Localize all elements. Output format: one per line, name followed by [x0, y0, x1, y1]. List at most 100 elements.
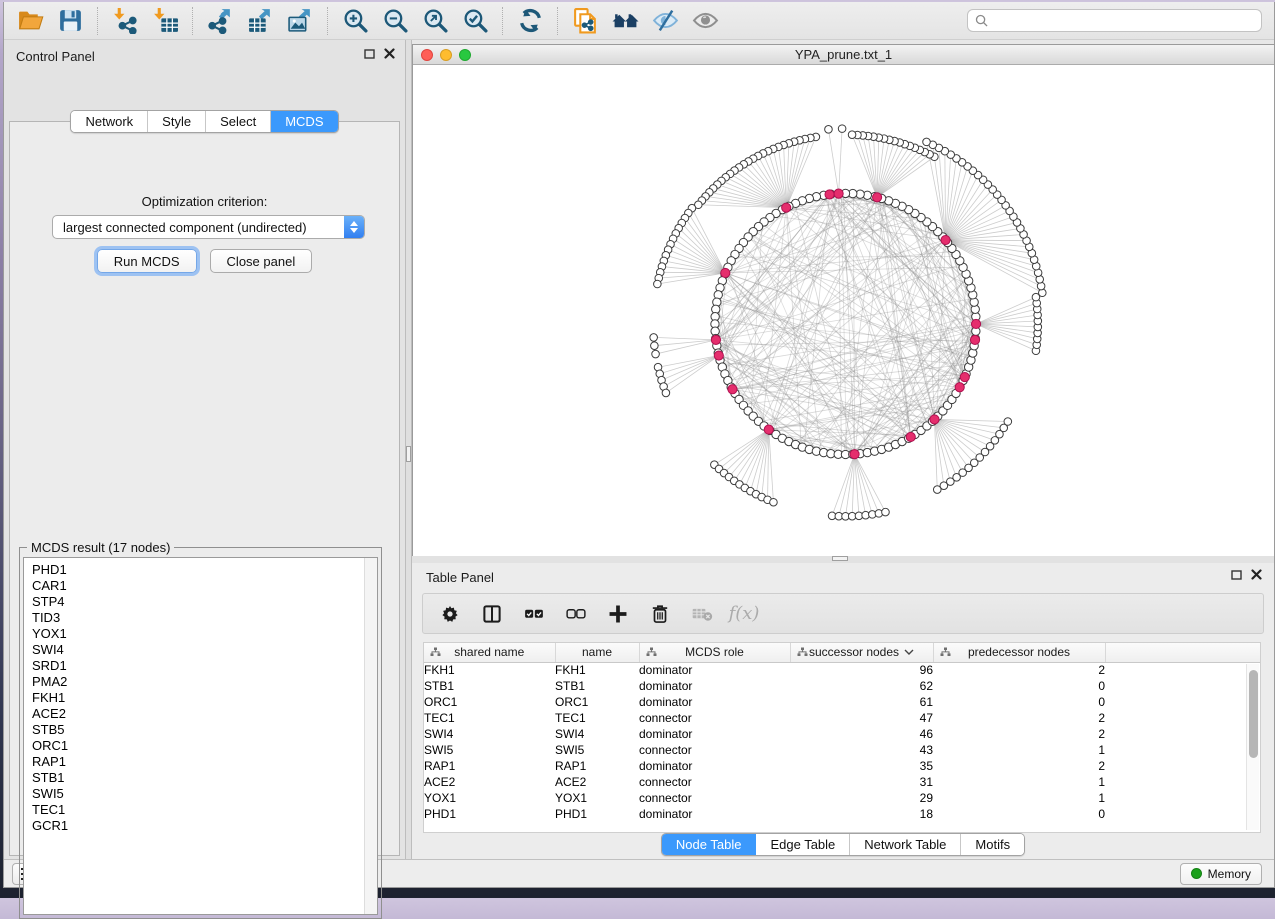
cell-mcds-role[interactable]: connector [639, 710, 790, 726]
cell-name[interactable]: TEC1 [555, 710, 639, 726]
cell-predecessor-nodes[interactable]: 1 [933, 742, 1105, 758]
cell-shared-name[interactable]: FKH1 [424, 662, 555, 678]
cell-shared-name[interactable]: ACE2 [424, 774, 555, 790]
cell-shared-name[interactable]: ORC1 [424, 694, 555, 710]
cell-predecessor-nodes[interactable]: 2 [933, 758, 1105, 774]
cell-name[interactable]: ORC1 [555, 694, 639, 710]
cell-mcds-role[interactable]: connector [639, 790, 790, 806]
table-row[interactable]: ACE2ACE2connector311 [424, 774, 1260, 790]
cell-shared-name[interactable]: SWI4 [424, 726, 555, 742]
show-all-button[interactable] [685, 5, 725, 37]
horizontal-splitter[interactable] [412, 556, 1274, 563]
mcds-node-item[interactable]: PMA2 [24, 674, 377, 690]
float-panel-icon[interactable] [1231, 570, 1242, 580]
select-all-button[interactable] [521, 601, 547, 627]
mcds-node-item[interactable]: SWI5 [24, 786, 377, 802]
cell-name[interactable]: YOX1 [555, 790, 639, 806]
hide-selected-button[interactable] [645, 5, 685, 37]
export-network-button[interactable] [200, 5, 240, 37]
mcds-node-item[interactable]: YOX1 [24, 626, 377, 642]
tab-style[interactable]: Style [148, 111, 206, 132]
table-row[interactable]: YOX1YOX1connector291 [424, 790, 1260, 806]
close-panel-button[interactable]: Close panel [210, 249, 313, 273]
import-table-button[interactable] [145, 5, 185, 37]
tab-node-table[interactable]: Node Table [662, 834, 757, 855]
network-graph[interactable] [413, 65, 1274, 557]
mcds-node-item[interactable]: ORC1 [24, 738, 377, 754]
apply-layout-button[interactable] [510, 5, 550, 37]
save-session-button[interactable] [50, 5, 90, 37]
mcds-result-list[interactable]: PHD1CAR1STP4TID3YOX1SWI4SRD1PMA2FKH1ACE2… [23, 557, 378, 915]
table-row[interactable]: TEC1TEC1connector472 [424, 710, 1260, 726]
cell-name[interactable]: PHD1 [555, 806, 639, 822]
cell-shared-name[interactable]: PHD1 [424, 806, 555, 822]
table-row[interactable]: FKH1FKH1dominator962 [424, 662, 1260, 678]
table-row[interactable]: SWI5SWI5connector431 [424, 742, 1260, 758]
column-header-successor-nodes[interactable]: successor nodes [790, 643, 933, 662]
minimize-window-icon[interactable] [440, 49, 452, 61]
table-row[interactable]: STB1STB1dominator620 [424, 678, 1260, 694]
import-network-button[interactable] [105, 5, 145, 37]
new-column-button[interactable] [605, 601, 631, 627]
cell-mcds-role[interactable]: dominator [639, 806, 790, 822]
cell-successor-nodes[interactable]: 62 [790, 678, 933, 694]
mcds-node-item[interactable]: TEC1 [24, 802, 377, 818]
vertical-splitter[interactable] [405, 40, 412, 859]
mcds-list-scrollbar[interactable] [364, 558, 377, 914]
zoom-selected-button[interactable] [455, 5, 495, 37]
column-header-predecessor-nodes[interactable]: predecessor nodes [933, 643, 1105, 662]
cell-shared-name[interactable]: SWI5 [424, 742, 555, 758]
cell-successor-nodes[interactable]: 96 [790, 662, 933, 678]
close-panel-icon[interactable] [1251, 569, 1262, 580]
function-builder-button[interactable]: f(x) [731, 601, 757, 627]
cell-predecessor-nodes[interactable]: 2 [933, 726, 1105, 742]
cell-successor-nodes[interactable]: 31 [790, 774, 933, 790]
mcds-node-item[interactable]: FKH1 [24, 690, 377, 706]
run-mcds-button[interactable]: Run MCDS [97, 249, 197, 273]
mcds-node-item[interactable]: RAP1 [24, 754, 377, 770]
cell-predecessor-nodes[interactable]: 2 [933, 662, 1105, 678]
column-header-name[interactable]: name [555, 643, 639, 662]
network-canvas[interactable] [413, 65, 1274, 562]
deselect-all-button[interactable] [563, 601, 589, 627]
cell-successor-nodes[interactable]: 29 [790, 790, 933, 806]
mcds-node-item[interactable]: TID3 [24, 610, 377, 626]
splitter-handle[interactable] [832, 556, 848, 561]
splitter-handle[interactable] [406, 446, 411, 462]
cell-successor-nodes[interactable]: 43 [790, 742, 933, 758]
mcds-node-item[interactable]: GCR1 [24, 818, 377, 834]
cell-name[interactable]: STB1 [555, 678, 639, 694]
cell-predecessor-nodes[interactable]: 0 [933, 678, 1105, 694]
tab-edge-table[interactable]: Edge Table [756, 834, 850, 855]
table-row[interactable]: ORC1ORC1dominator610 [424, 694, 1260, 710]
search-input[interactable] [993, 14, 1254, 28]
export-table-button[interactable] [240, 5, 280, 37]
cell-predecessor-nodes[interactable]: 2 [933, 710, 1105, 726]
mcds-node-item[interactable]: STB5 [24, 722, 377, 738]
tab-mcds[interactable]: MCDS [271, 111, 337, 132]
close-panel-icon[interactable] [384, 48, 395, 59]
tab-network-table[interactable]: Network Table [850, 834, 961, 855]
mcds-node-item[interactable]: STB1 [24, 770, 377, 786]
mcds-node-item[interactable]: SRD1 [24, 658, 377, 674]
cell-mcds-role[interactable]: dominator [639, 694, 790, 710]
cell-shared-name[interactable]: STB1 [424, 678, 555, 694]
cell-predecessor-nodes[interactable]: 0 [933, 806, 1105, 822]
zoom-out-button[interactable] [375, 5, 415, 37]
column-header-mcds-role[interactable]: MCDS role [639, 643, 790, 662]
cell-mcds-role[interactable]: connector [639, 774, 790, 790]
node-table[interactable]: shared namenameMCDS rolesuccessor nodesp… [423, 642, 1261, 833]
cell-name[interactable]: SWI4 [555, 726, 639, 742]
cell-shared-name[interactable]: RAP1 [424, 758, 555, 774]
cell-successor-nodes[interactable]: 46 [790, 726, 933, 742]
memory-button[interactable]: Memory [1180, 863, 1262, 885]
cell-predecessor-nodes[interactable]: 1 [933, 790, 1105, 806]
network-frame-titlebar[interactable]: YPA_prune.txt_1 [413, 45, 1274, 65]
export-image-button[interactable] [280, 5, 320, 37]
mcds-node-item[interactable]: PHD1 [24, 562, 377, 578]
column-header-shared-name[interactable]: shared name [424, 643, 555, 662]
close-window-icon[interactable] [421, 49, 433, 61]
zoom-fit-button[interactable] [415, 5, 455, 37]
cell-mcds-role[interactable]: dominator [639, 662, 790, 678]
tab-motifs[interactable]: Motifs [961, 834, 1024, 855]
